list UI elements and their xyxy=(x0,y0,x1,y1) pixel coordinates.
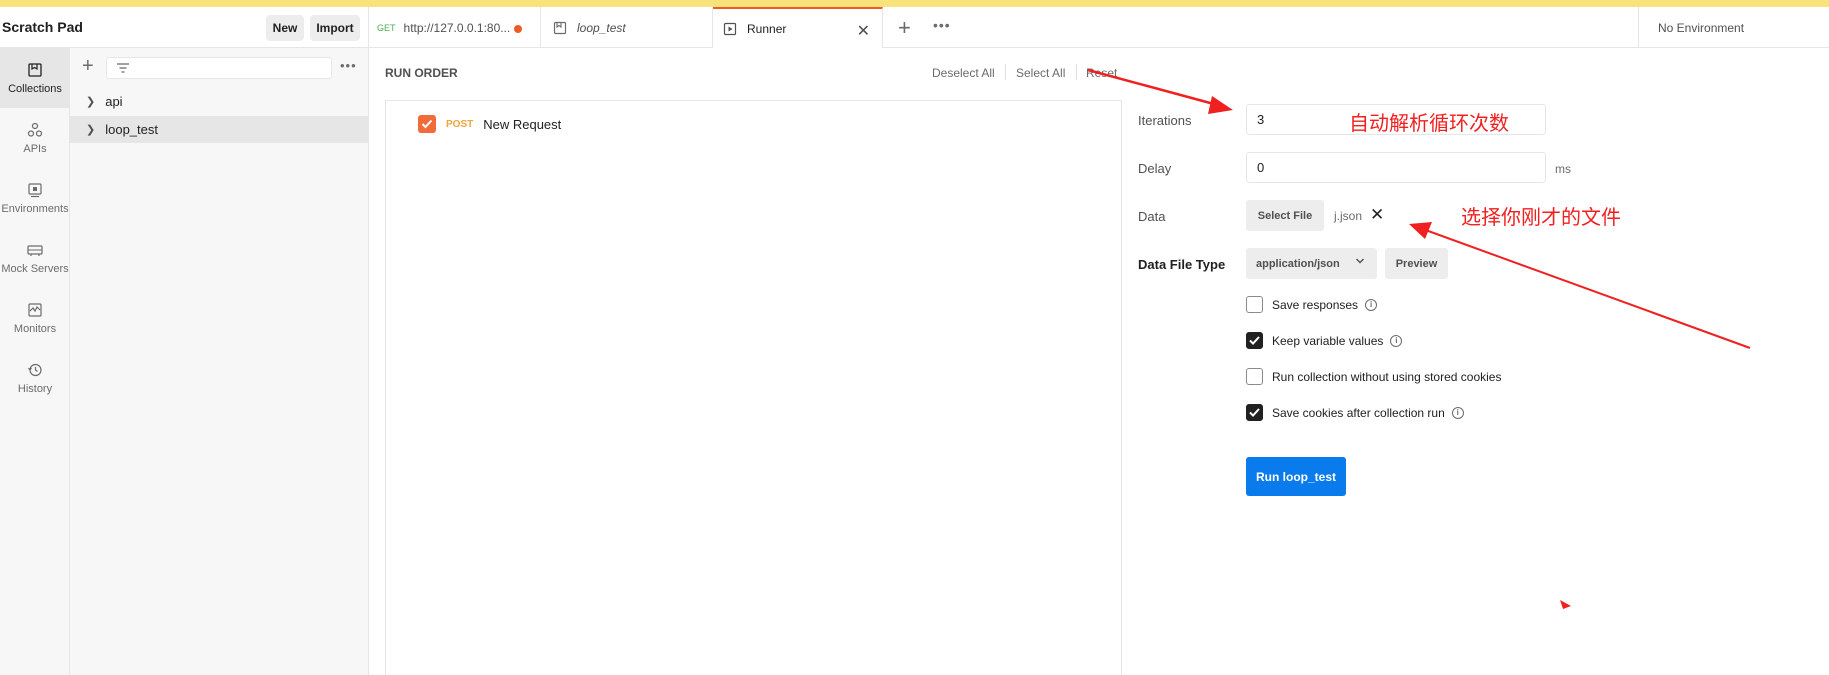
collections-panel: + ••• ❯ api ❯ loop_test xyxy=(70,48,369,675)
collection-icon xyxy=(553,21,567,35)
preview-button[interactable]: Preview xyxy=(1385,248,1448,279)
divider xyxy=(1076,64,1077,80)
chevron-right-icon: ❯ xyxy=(86,96,96,108)
option-label: Run collection without using stored cook… xyxy=(1272,369,1502,384)
run-collection-button[interactable]: Run loop_test xyxy=(1246,457,1346,496)
collection-label: loop_test xyxy=(105,122,158,137)
monitors-icon xyxy=(28,302,42,317)
tab-label: loop_test xyxy=(577,20,626,35)
data-file-type-select[interactable]: application/json xyxy=(1246,248,1377,279)
filter-icon xyxy=(115,61,131,78)
rail-item-collections[interactable]: Collections xyxy=(0,48,70,108)
option-keep-variable-values[interactable]: Keep variable values i xyxy=(1246,332,1403,349)
environment-selector[interactable]: No Environment xyxy=(1638,7,1829,48)
info-icon[interactable]: i xyxy=(1390,334,1403,347)
info-icon[interactable]: i xyxy=(1365,298,1378,311)
collection-item-loop-test[interactable]: ❯ loop_test xyxy=(70,116,369,143)
add-tab-icon[interactable]: + xyxy=(898,15,911,41)
workspace-header: Scratch Pad New Import xyxy=(0,7,369,48)
rail-label: APIs xyxy=(23,142,47,155)
request-checkbox[interactable] xyxy=(418,115,436,133)
chevron-right-icon: ❯ xyxy=(86,124,96,136)
deselect-all-link[interactable]: Deselect All xyxy=(932,66,995,80)
delay-label: Delay xyxy=(1138,161,1172,176)
clear-file-icon[interactable]: ✕ xyxy=(1370,205,1384,225)
checkbox[interactable] xyxy=(1246,332,1263,349)
divider xyxy=(1005,64,1006,80)
tab-label: Runner xyxy=(747,21,787,36)
tab-runner[interactable]: Runner ✕ xyxy=(713,7,883,48)
unsaved-dot-icon xyxy=(514,25,522,33)
history-icon xyxy=(28,363,42,376)
rail-item-environments[interactable]: Environments xyxy=(0,168,70,228)
request-name: New Request xyxy=(483,116,562,132)
environments-icon xyxy=(28,182,42,197)
mock-servers-icon xyxy=(27,244,43,256)
collection-item-api[interactable]: ❯ api xyxy=(70,88,369,115)
close-tab-icon[interactable]: ✕ xyxy=(857,21,870,41)
data-label: Data xyxy=(1138,209,1166,224)
top-strip xyxy=(0,0,1829,7)
data-file-type-value: application/json xyxy=(1256,257,1340,270)
run-order-list: POST New Request xyxy=(385,100,1122,675)
more-tabs-icon[interactable]: ••• xyxy=(933,17,951,33)
checkbox[interactable] xyxy=(1246,296,1263,313)
rail-label: Environments xyxy=(1,202,69,215)
tab-method: GET xyxy=(377,22,396,33)
select-all-link[interactable]: Select All xyxy=(1016,66,1065,80)
rail-item-apis[interactable]: APIs xyxy=(0,108,70,168)
request-method: POST xyxy=(446,118,474,130)
info-icon[interactable]: i xyxy=(1451,406,1464,419)
workspace-title: Scratch Pad xyxy=(2,19,83,35)
option-label: Save cookies after collection run xyxy=(1272,405,1445,420)
rail-label: Collections xyxy=(8,82,62,95)
chevron-down-icon xyxy=(1355,257,1365,268)
reset-link[interactable]: Reset xyxy=(1086,66,1117,80)
option-save-responses[interactable]: Save responses i xyxy=(1246,296,1378,313)
collection-label: api xyxy=(105,94,123,109)
annotation-iterations: 自动解析循环次数 xyxy=(1349,111,1509,135)
collections-more-icon[interactable]: ••• xyxy=(340,58,357,73)
add-collection-icon[interactable]: + xyxy=(82,55,94,78)
selected-file-name: j.json xyxy=(1334,209,1363,223)
rail-label: Mock Servers xyxy=(1,262,69,275)
run-order-title: RUN ORDER xyxy=(385,66,458,80)
option-label: Save responses xyxy=(1272,297,1359,312)
runner-icon xyxy=(723,22,737,36)
checkbox[interactable] xyxy=(1246,368,1263,385)
delay-input[interactable]: 0 xyxy=(1246,152,1546,183)
rail-item-mock-servers[interactable]: Mock Servers xyxy=(0,228,70,288)
annotation-file: 选择你刚才的文件 xyxy=(1461,205,1621,229)
option-save-cookies[interactable]: Save cookies after collection run i xyxy=(1246,404,1464,421)
collection-filter-input[interactable] xyxy=(106,57,332,79)
data-file-type-label: Data File Type xyxy=(1138,257,1226,272)
option-run-without-cookies[interactable]: Run collection without using stored cook… xyxy=(1246,368,1501,385)
import-button[interactable]: Import xyxy=(310,15,360,41)
option-label: Keep variable values xyxy=(1272,333,1384,348)
tab-loop-test[interactable]: loop_test xyxy=(541,7,713,48)
delay-unit: ms xyxy=(1555,162,1571,176)
rail-item-history[interactable]: History xyxy=(0,348,70,408)
rail-label: Monitors xyxy=(13,322,57,335)
apis-icon xyxy=(27,122,43,137)
run-order-item[interactable]: POST New Request xyxy=(418,115,561,133)
left-rail: Collections APIs Environments Mock Serve… xyxy=(0,48,70,675)
tab-get-request[interactable]: GET http://127.0.0.1:80... xyxy=(369,7,541,48)
collections-icon xyxy=(28,62,42,77)
iterations-label: Iterations xyxy=(1138,113,1192,128)
select-file-button[interactable]: Select File xyxy=(1246,200,1324,231)
rail-label: History xyxy=(17,382,53,395)
tab-label: http://127.0.0.1:80... xyxy=(403,20,511,35)
new-button[interactable]: New xyxy=(266,15,304,41)
rail-item-monitors[interactable]: Monitors xyxy=(0,288,70,348)
tab-bar: GET http://127.0.0.1:80... loop_test Run… xyxy=(369,7,1829,48)
checkbox[interactable] xyxy=(1246,404,1263,421)
